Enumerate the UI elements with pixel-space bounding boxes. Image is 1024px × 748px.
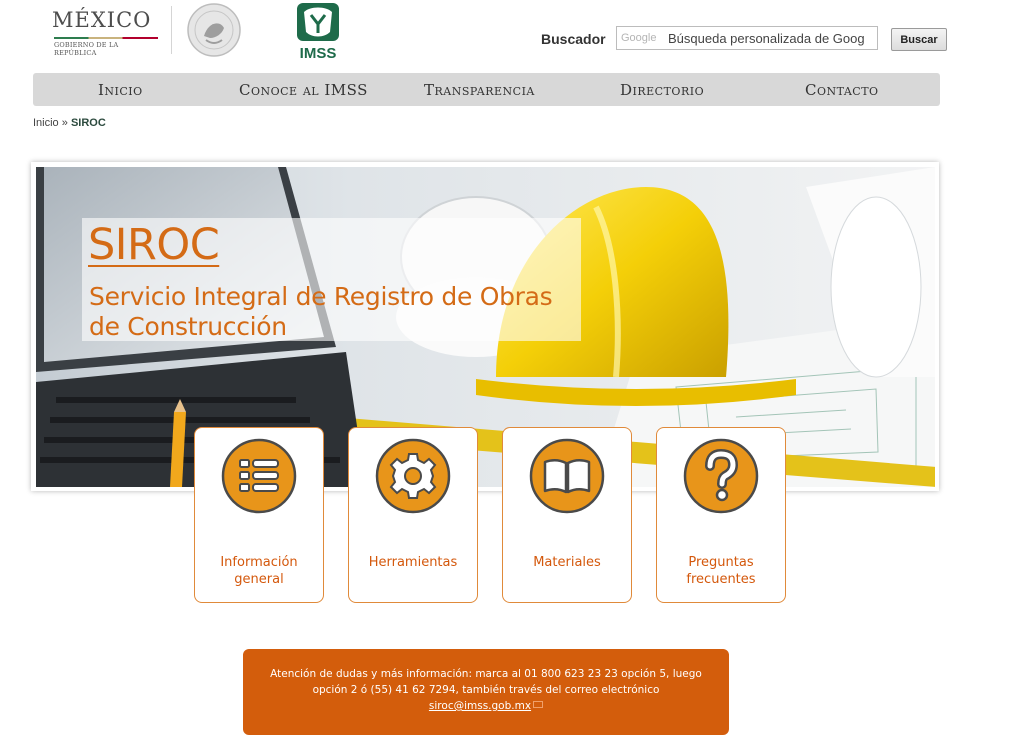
main-nav: Inicio Conoce al IMSS Transparencia Dire… [33, 73, 940, 106]
card-label: Herramientas [368, 555, 458, 570]
card-herramientas[interactable]: Herramientas [348, 427, 478, 603]
nav-item-contacto[interactable]: Contacto [805, 73, 879, 106]
logo-rule [54, 37, 158, 39]
search-button[interactable]: Buscar [891, 28, 947, 51]
contact-info-text: Atención de dudas y más información: mar… [270, 668, 702, 696]
contact-info-box: Atención de dudas y más información: mar… [243, 649, 729, 735]
header-divider [171, 6, 172, 54]
breadcrumb: Inicio » SIROC [33, 117, 106, 129]
nav-item-transparencia[interactable]: Transparencia [424, 73, 535, 106]
breadcrumb-current: SIROC [70, 117, 106, 129]
google-watermark: Google [621, 32, 657, 44]
card-informacion-general[interactable]: Información general [194, 427, 324, 603]
card-label: Preguntas frecuentes [686, 555, 756, 587]
search-label: Buscador [541, 31, 606, 47]
card-label: Información general [220, 555, 298, 587]
search-placeholder: Búsqueda personalizada de Goog [668, 31, 865, 46]
search-input[interactable]: Google Búsqueda personalizada de Goog [616, 26, 878, 50]
nav-item-directorio[interactable]: Directorio [620, 73, 704, 106]
gobierno-mexico-logo[interactable]: MÉXICO GOBIERNO DE LA REPÚBLICA [52, 8, 162, 57]
nav-item-inicio[interactable]: Inicio [98, 73, 143, 106]
breadcrumb-home[interactable]: Inicio [33, 117, 59, 129]
breadcrumb-separator: » [61, 117, 68, 129]
nav-item-conoce[interactable]: Conoce al IMSS [239, 73, 368, 106]
logo-word: MÉXICO [52, 8, 152, 32]
banner-title: SIROC [88, 220, 220, 270]
mail-icon [533, 701, 544, 708]
list-icon [221, 438, 297, 514]
card-materiales[interactable]: Materiales [502, 427, 632, 603]
national-seal-icon [187, 3, 241, 57]
question-icon [683, 438, 759, 514]
book-icon [529, 438, 605, 514]
imss-logo[interactable]: IMSS [294, 2, 342, 60]
banner-subtitle: Servicio Integral de Registro de Obras d… [89, 282, 553, 341]
contact-email-link[interactable]: siroc@imss.gob.mx [429, 700, 531, 712]
imss-logo-text: IMSS [300, 45, 337, 60]
logo-subtitle: GOBIERNO DE LA REPÚBLICA [54, 41, 119, 57]
card-label: Materiales [533, 555, 601, 570]
card-preguntas-frecuentes[interactable]: Preguntas frecuentes [656, 427, 786, 603]
gear-icon [375, 438, 451, 514]
